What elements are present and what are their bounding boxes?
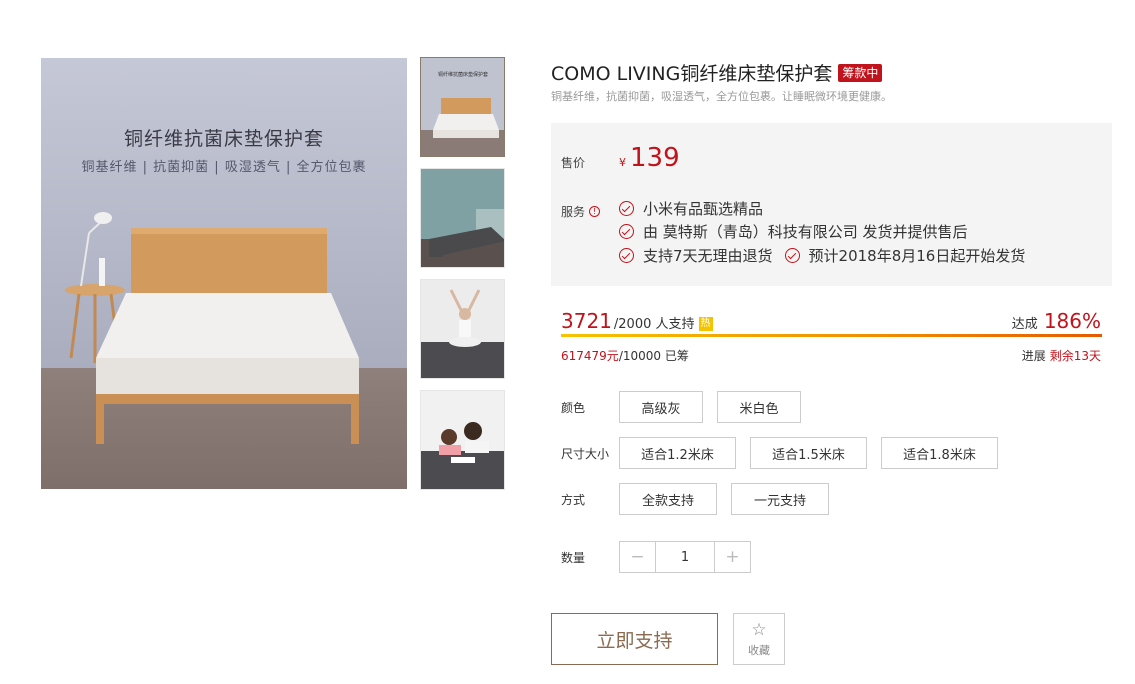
raised-suffix: /10000 已筹 bbox=[618, 349, 689, 363]
color-option-gray[interactable]: 高级灰 bbox=[619, 391, 703, 423]
color-option-white[interactable]: 米白色 bbox=[717, 391, 801, 423]
supporters-count: 3721 /2000 人支持 热 bbox=[561, 309, 713, 333]
quantity-input[interactable]: 1 bbox=[655, 542, 715, 572]
check-circle-icon bbox=[619, 224, 634, 239]
status-badge: 筹款中 bbox=[838, 63, 883, 82]
product-title-text: COMO LIVING铜纤维床垫保护套 bbox=[551, 63, 833, 85]
plus-button[interactable]: + bbox=[715, 542, 750, 572]
reach-label: 达成 bbox=[1011, 317, 1038, 332]
thumbnail-4-image bbox=[421, 422, 504, 489]
service-label: 服务 ! bbox=[561, 203, 601, 220]
mode-label: 方式 bbox=[561, 493, 586, 507]
thumbnail-2[interactable] bbox=[420, 168, 505, 268]
remaining-time: 进展 剩余13天 bbox=[1022, 347, 1101, 364]
service-item-2: 由 莫特斯（青岛）科技有限公司 发货并提供售后 bbox=[619, 221, 968, 242]
progress-bar-fill bbox=[561, 334, 1102, 337]
check-circle-icon bbox=[784, 248, 800, 263]
check-circle-icon bbox=[619, 248, 634, 263]
thumbnail-1-caption: 铜纤维抗菌床垫保护套 bbox=[438, 71, 488, 78]
thumbnail-1-image: 铜纤维抗菌床垫保护套 bbox=[421, 71, 504, 156]
check-circle-icon bbox=[619, 201, 634, 216]
thumbnail-3-image bbox=[421, 289, 504, 378]
size-option-1-8m[interactable]: 适合1.8米床 bbox=[881, 437, 998, 469]
thumbnail-1[interactable]: 铜纤维抗菌床垫保护套 bbox=[420, 57, 505, 157]
product-subtitle: 铜基纤维，抗菌抑菌，吸湿透气，全方位包裹。让睡眠微环境更健康。 bbox=[551, 90, 892, 103]
quantity-stepper: − 1 + bbox=[619, 541, 751, 573]
star-icon: ☆ bbox=[751, 619, 767, 640]
favorite-button[interactable]: ☆ 收藏 bbox=[733, 613, 785, 665]
reach-value: 186% bbox=[1043, 309, 1101, 333]
progress-bar bbox=[561, 334, 1102, 337]
main-product-image: 铜纤维抗菌床垫保护套 铜基纤维 | 抗菌抑菌 | 吸湿透气 | 全方位包裹 bbox=[41, 58, 407, 489]
supporters-number: 3721 bbox=[561, 309, 612, 333]
price-value: ¥ 139 bbox=[619, 143, 680, 173]
product-title: COMO LIVING铜纤维床垫保护套 筹款中 bbox=[551, 59, 883, 86]
remaining-label: 进展 bbox=[1021, 349, 1046, 363]
mode-option-one-yuan[interactable]: 一元支持 bbox=[731, 483, 829, 515]
price-amount: 139 bbox=[630, 143, 680, 173]
service-item-text: 支持7天无理由退货 bbox=[643, 247, 773, 265]
reach-percent: 达成 186% bbox=[1012, 309, 1101, 333]
service-item-text: 小米有品甄选精品 bbox=[643, 200, 764, 218]
currency-symbol: ¥ bbox=[619, 156, 626, 169]
thumbnail-2-image bbox=[421, 209, 504, 267]
product-page: 铜纤维抗菌床垫保护套 铜基纤维 | 抗菌抑菌 | 吸湿透气 | 全方位包裹 铜纤… bbox=[0, 0, 1135, 684]
raised-amount: 617479元/10000 已筹 bbox=[561, 347, 689, 364]
support-now-button[interactable]: 立即支持 bbox=[551, 613, 718, 665]
service-label-text: 服务 bbox=[561, 205, 586, 219]
info-icon[interactable]: ! bbox=[589, 206, 601, 217]
thumbnail-3[interactable] bbox=[420, 279, 505, 379]
minus-button[interactable]: − bbox=[620, 542, 655, 572]
service-item-1: 小米有品甄选精品 bbox=[619, 198, 763, 219]
thumbnail-4[interactable] bbox=[420, 390, 505, 490]
favorite-label: 收藏 bbox=[748, 643, 770, 657]
color-label: 颜色 bbox=[561, 401, 586, 415]
service-item-text: 预计2018年8月16日起开始发货 bbox=[808, 247, 1026, 265]
mode-option-full[interactable]: 全款支持 bbox=[619, 483, 717, 515]
size-option-1-2m[interactable]: 适合1.2米床 bbox=[619, 437, 736, 469]
price-service-box: 售价 ¥ 139 服务 ! 小米有品甄选精品 由 莫特斯（青岛）科技有限公司 发… bbox=[551, 123, 1112, 286]
remaining-value: 剩余13天 bbox=[1049, 349, 1101, 363]
service-item-text: 由 莫特斯（青岛）科技有限公司 发货并提供售后 bbox=[643, 223, 968, 241]
size-label: 尺寸大小 bbox=[561, 447, 610, 461]
raised-value: 617479元 bbox=[561, 349, 619, 363]
price-label: 售价 bbox=[561, 156, 586, 170]
bed-illustration bbox=[65, 212, 359, 444]
size-option-1-5m[interactable]: 适合1.5米床 bbox=[750, 437, 867, 469]
supporters-suffix: /2000 人支持 bbox=[613, 317, 695, 332]
hot-badge: 热 bbox=[698, 317, 713, 331]
service-item-3: 支持7天无理由退货 预计2018年8月16日起开始发货 bbox=[619, 245, 1025, 266]
quantity-label: 数量 bbox=[561, 551, 586, 565]
